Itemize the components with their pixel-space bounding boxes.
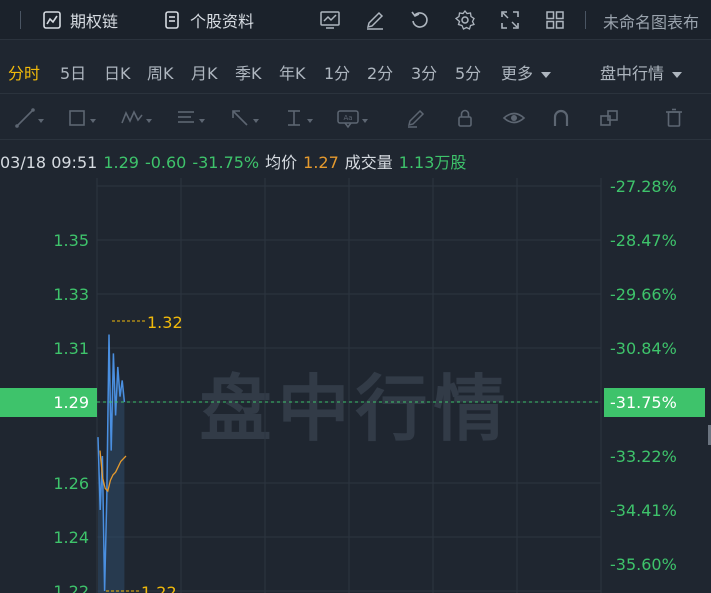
pencil-icon [407,109,425,128]
current-percent-label: -31.75% [610,393,677,412]
layers-tool[interactable] [598,106,620,130]
low-marker-label: 1.22 [141,583,177,593]
percent-axis-tick-label: -35.60% [610,555,677,574]
chevron-down-icon [307,119,313,123]
more-label: 更多 [501,64,534,83]
period-bar: 分时 5日 日K 周K 月K 季K 年K 1分 2分 3分 5分 更多 盘中行情 [0,50,711,94]
rectangle-icon [69,110,85,126]
text-annotation-icon: Aa [337,110,359,129]
fibonacci-tool[interactable] [175,106,205,130]
tab-3-min[interactable]: 3分 [411,60,437,84]
percent-axis-tick-label: -33.22% [610,447,677,466]
percent-axis-tick-label: -27.28% [610,177,677,196]
chart-layout-name[interactable]: 未命名图表布 [603,9,699,33]
lock-tool[interactable] [454,106,476,130]
intraday-chart[interactable]: 1.351.331.311.281.261.241.22 -27.28%-28.… [0,170,711,593]
fullscreen-button[interactable] [498,8,522,32]
chart-indicator-icon [320,11,340,29]
magnet-tool[interactable] [550,106,572,130]
y-axis-tick-label: 1.35 [53,231,89,250]
chevron-down-icon [253,119,259,123]
y-axis-tick-label: 1.22 [53,582,89,593]
percent-axis-tick-label: -30.84% [610,339,677,358]
options-chain-icon [43,11,61,29]
delete-drawings-tool[interactable] [663,106,685,130]
stock-profile-label: 个股资料 [190,12,255,31]
indicator-button[interactable] [318,8,342,32]
drawing-toolbar: Aa [0,96,711,140]
layout-button[interactable] [543,8,567,32]
current-price-label: 1.29 [53,393,89,412]
grid-layout-icon [546,11,564,29]
chevron-down-icon [146,119,152,123]
tab-yearly-k[interactable]: 年K [279,60,306,84]
y-axis-tick-label: 1.24 [53,528,89,547]
measure-tool[interactable] [283,106,313,130]
eye-icon [502,112,526,124]
undo-button[interactable] [408,8,432,32]
chevron-down-icon [38,119,44,123]
measure-icon [288,110,300,126]
chevron-down-icon [90,119,96,123]
tab-2-min[interactable]: 2分 [367,60,393,84]
draw-button[interactable] [363,8,387,32]
brush-tool[interactable] [405,106,427,130]
top-bar: 期权链 个股资料 未命名图表布 [0,0,711,40]
percent-axis-tick-label: -28.47% [610,231,677,250]
options-chain-button[interactable]: 期权链 [42,8,118,32]
document-icon [165,11,179,29]
layers-icon [600,110,618,126]
fibonacci-icon [178,111,194,123]
trendline-tool[interactable] [14,106,44,130]
y-axis-tick-label: 1.31 [53,339,89,358]
tab-daily-k[interactable]: 日K [104,60,131,84]
gear-icon [454,9,475,30]
options-chain-label: 期权链 [70,12,119,31]
arrow-icon [232,110,248,126]
tab-1-min[interactable]: 1分 [324,60,350,84]
svg-text:Aa: Aa [343,114,352,122]
chevron-down-icon [541,71,552,78]
chevron-down-icon [199,119,205,123]
percent-axis-tick-label: -29.66% [610,285,677,304]
pattern-tool[interactable] [120,106,152,130]
quote-info-line: 03/18 09:51 1.29 -0.60 -31.75% 均价 1.27 成交量 1.13… [0,149,711,172]
tab-weekly-k[interactable]: 周K [147,60,174,84]
separator [585,11,586,29]
y-axis-tick-label: 1.33 [53,285,89,304]
tab-intraday[interactable]: 分时 [8,60,40,84]
high-marker-label: 1.32 [147,313,183,332]
chevron-down-icon [672,71,683,78]
session-label: 盘中行情 [600,64,665,83]
chevron-down-icon [362,119,368,123]
stock-profile-button[interactable]: 个股资料 [162,8,254,32]
tab-monthly-k[interactable]: 月K [191,60,218,84]
y-axis-tick-label: 1.26 [53,474,89,493]
trendline-icon [15,108,35,128]
settings-button[interactable] [453,8,477,32]
more-dropdown[interactable]: 更多 [501,60,552,84]
trash-icon [666,108,682,127]
text-tool[interactable]: Aa [336,106,368,130]
session-dropdown[interactable]: 盘中行情 [600,60,683,84]
percent-axis-tick-label: -34.41% [610,501,677,520]
arrow-tool[interactable] [229,106,259,130]
rectangle-tool[interactable] [66,106,96,130]
lock-icon [458,109,472,127]
tab-5-min[interactable]: 5分 [455,60,481,84]
wave-pattern-icon [121,110,143,124]
visibility-tool[interactable] [502,106,526,130]
tab-quarterly-k[interactable]: 季K [235,60,262,84]
separator [20,11,21,29]
undo-icon [411,11,428,28]
magnet-icon [553,109,569,126]
fullscreen-icon [501,11,519,29]
edit-icon [366,11,384,30]
tab-5-day[interactable]: 5日 [60,60,86,84]
